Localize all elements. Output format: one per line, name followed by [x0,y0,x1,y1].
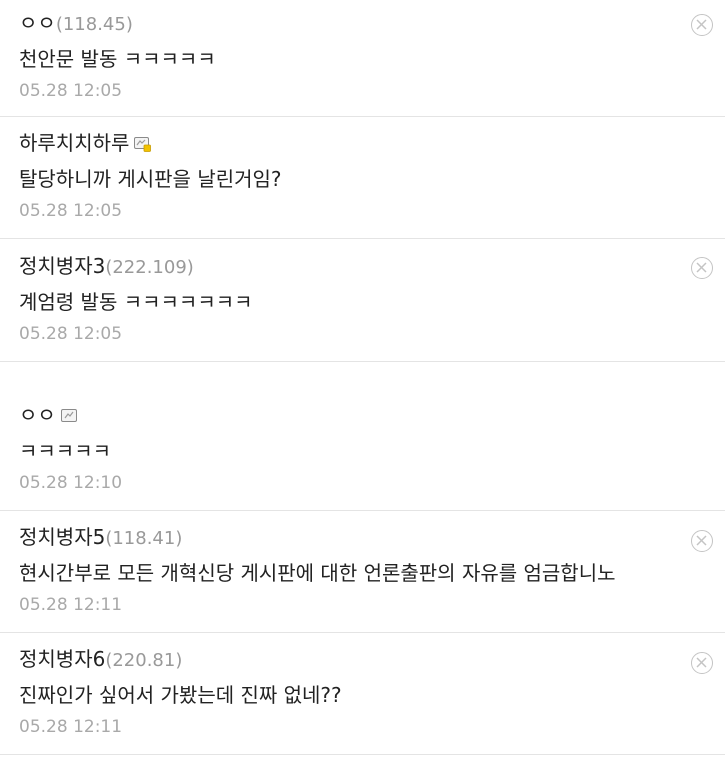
comment-text: 계엄령 발동 ㅋㅋㅋㅋㅋㅋㅋ [19,290,253,314]
comment-date: 05.28 12:11 [19,717,123,737]
comment-author: 정치병자3(222.109) [19,253,725,279]
author-nickname[interactable]: 정치병자6 [19,647,105,671]
comment-date: 05.28 12:05 [19,201,123,221]
comment-author: 하루치치하루 [19,130,725,156]
comment-date: 05.28 12:10 [19,473,123,493]
author-nickname[interactable]: ㅇㅇ [19,403,56,427]
delete-comment-button[interactable] [691,257,713,279]
delete-comment-button[interactable] [691,530,713,552]
comment-item: ㅇㅇ ㅋㅋㅋㅋㅋ 05.28 12:10 [0,362,725,511]
fixed-member-icon [134,137,152,152]
comment-text: 천안문 발동 ㅋㅋㅋㅋㅋ [19,47,216,71]
comment-author: ㅇㅇ(118.45) [19,10,725,36]
comment-item: 정치병자5(118.41) 현시간부로 모든 개혁신당 게시판에 대한 언론출판… [0,511,725,633]
comment-author: ㅇㅇ [19,402,725,428]
close-icon [696,535,707,546]
comment-author: 정치병자5(118.41) [19,524,725,550]
comment-date: 05.28 12:11 [19,595,123,615]
delete-comment-button[interactable] [691,652,713,674]
delete-comment-button[interactable] [691,14,713,36]
comment-text: 진짜인가 싶어서 가봤는데 진짜 없네?? [19,683,342,707]
author-nickname[interactable]: 정치병자3 [19,254,105,278]
author-ip: (118.45) [55,14,133,35]
comment-item: 정치병자6(220.81) 진짜인가 싶어서 가봤는데 진짜 없네?? 05.2… [0,633,725,755]
comment-item: 하루치치하루 탈당하니까 게시판을 날린거임? 05.28 12:05 [0,117,725,239]
author-nickname[interactable]: 정치병자5 [19,525,105,549]
comment-author: 정치병자6(220.81) [19,646,725,672]
author-ip: (220.81) [105,650,183,671]
comment-text: ㅋㅋㅋㅋㅋ [19,439,111,463]
author-nickname[interactable]: ㅇㅇ [19,11,56,35]
comment-date: 05.28 12:05 [19,324,123,344]
close-icon [696,262,707,273]
comment-item: ㅇㅇ(118.45) 천안문 발동 ㅋㅋㅋㅋㅋ 05.28 12:05 [0,0,725,117]
comment-item: 정치병자3(222.109) 계엄령 발동 ㅋㅋㅋㅋㅋㅋㅋ 05.28 12:0… [0,239,725,362]
comment-text: 탈당하니까 게시판을 날린거임? [19,167,282,191]
comment-list: ㅇㅇ(118.45) 천안문 발동 ㅋㅋㅋㅋㅋ 05.28 12:05 하루치치… [0,0,725,755]
author-nickname[interactable]: 하루치치하루 [19,131,129,155]
close-icon [696,19,707,30]
comment-text: 현시간부로 모든 개혁신당 게시판에 대한 언론출판의 자유를 엄금합니노 [19,561,616,585]
comment-date: 05.28 12:05 [19,81,123,101]
author-ip: (222.109) [105,257,194,278]
close-icon [696,657,707,668]
author-ip: (118.41) [105,528,183,549]
half-member-icon [60,409,78,424]
